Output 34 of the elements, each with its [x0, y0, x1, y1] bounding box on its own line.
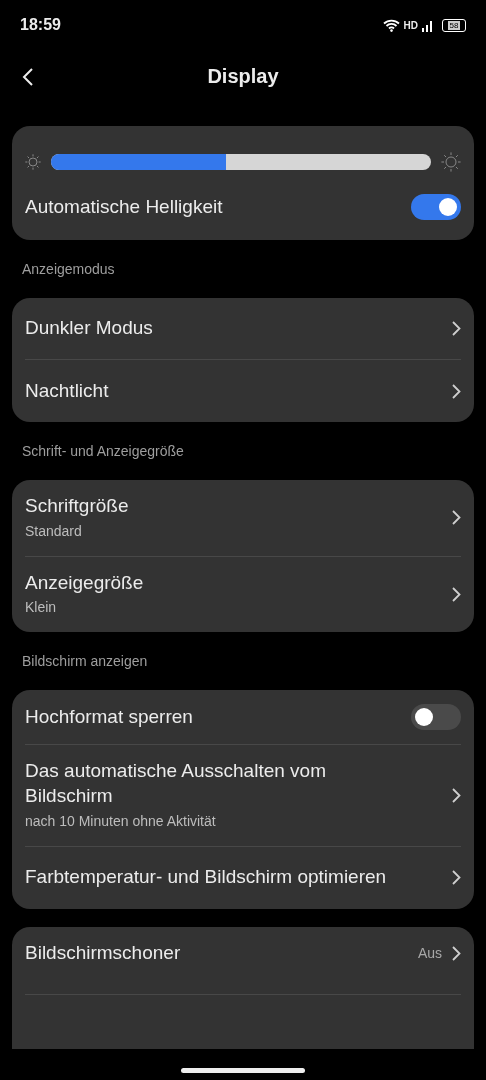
section-header: Bildschirm anzeigen: [21, 652, 149, 672]
setting-subtitle: Standard: [25, 521, 83, 541]
section-header: Schrift- und Anzeigegröße: [21, 442, 185, 461]
page-title: Display: [207, 64, 279, 89]
chevron-icon: [452, 870, 461, 886]
chevron-icon: [452, 788, 461, 804]
status-time: 18:59: [20, 15, 61, 35]
setting-title[interactable]: Farbtemperatur- und Bildschirm optimieren: [25, 865, 417, 891]
setting-title[interactable]: Nachtlicht: [25, 378, 417, 404]
setting-value: Aus: [417, 943, 442, 963]
chevron-icon: [452, 321, 461, 336]
setting-title[interactable]: Dunkler Modus: [25, 316, 417, 341]
setting-title: Hochformat sperren: [25, 705, 194, 730]
chevron-icon: [452, 383, 461, 399]
section-header: Anzeigemodus: [21, 260, 116, 279]
battery-level: 58: [447, 20, 461, 30]
setting-title[interactable]: Schriftgröße: [25, 494, 417, 519]
signal-icon: [422, 18, 434, 32]
brightness-high-icon: [441, 152, 461, 172]
setting-subtitle: Klein: [25, 598, 58, 618]
chevron-icon: [452, 510, 461, 526]
chevron-icon: [452, 587, 461, 603]
network-label: HD: [403, 18, 418, 33]
setting-title[interactable]: Anzeigegröße: [25, 570, 417, 596]
wifi-icon: [382, 18, 400, 32]
setting-title[interactable]: Das automatische Ausschalten vom Bildschirm: [25, 759, 417, 809]
chevron-icon: [452, 945, 461, 961]
setting-title[interactable]: Bildschirmschoner: [25, 940, 408, 966]
brightness-slider[interactable]: [51, 154, 431, 170]
toggle-switch[interactable]: [411, 194, 461, 220]
toggle-switch[interactable]: [411, 704, 461, 731]
brightness-low-icon: [25, 154, 41, 170]
setting-title: Automatische Helligkeit: [25, 194, 224, 219]
setting-subtitle: nach 10 Minuten ohne Aktivität: [25, 811, 217, 831]
